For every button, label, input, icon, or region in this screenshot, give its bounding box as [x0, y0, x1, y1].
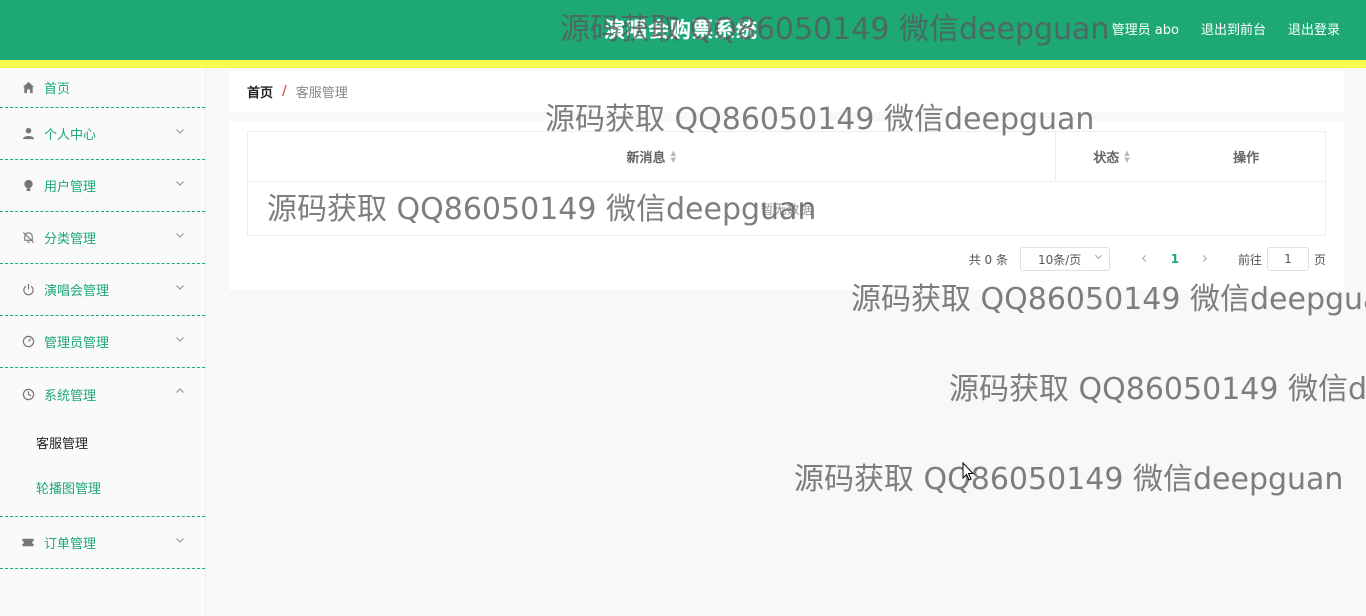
sidebar-item-system-management[interactable]: 系统管理 — [0, 368, 205, 420]
logout-link[interactable]: 退出登录 — [1288, 19, 1340, 38]
page-size-value: 10条/页 — [1037, 252, 1082, 267]
submenu-item-carousel[interactable]: 轮播图管理 — [0, 465, 205, 510]
admin-user-link[interactable]: 管理员 abo — [1112, 19, 1179, 38]
page-size-select[interactable]: 10条/页 — [1019, 247, 1110, 271]
home-icon — [21, 81, 35, 95]
mouse-cursor-icon — [962, 461, 975, 482]
bell-off-icon — [21, 231, 35, 245]
back-to-frontend-link[interactable]: 退出到前台 — [1201, 19, 1266, 38]
column-header-status[interactable]: 状态 ▲ ▼ — [1056, 132, 1168, 181]
pagination-total: 共 0 条 — [968, 252, 1008, 267]
user-icon — [21, 127, 35, 141]
data-table: 新消息 ▲ ▼ 状态 ▲ ▼ 操作 暂无数据 — [247, 131, 1326, 236]
goto-page-input[interactable] — [1266, 247, 1309, 271]
sidebar-item-concert-management[interactable]: 演唱会管理 — [0, 264, 205, 316]
column-header-action: 操作 — [1167, 132, 1325, 181]
sidebar-item-user-management[interactable]: 用户管理 — [0, 160, 205, 212]
chevron-down-icon — [175, 178, 185, 191]
sidebar-item-order-management[interactable]: 订单管理 — [0, 517, 205, 569]
chevron-down-icon — [175, 230, 185, 243]
ticket-icon — [21, 536, 35, 550]
header-accent-strip — [0, 60, 1366, 68]
sidebar-item-label: 管理员管理 — [44, 336, 110, 351]
chevron-down-icon — [175, 126, 185, 139]
prev-page-button[interactable] — [1130, 252, 1160, 266]
gauge-icon — [21, 335, 35, 349]
top-header: 演唱会购票系统 管理员 abo 退出到前台 退出登录 — [0, 0, 1366, 60]
sidebar-item-label: 系统管理 — [44, 388, 97, 404]
sort-icon[interactable]: ▲ ▼ — [671, 149, 676, 164]
app-title: 演唱会购票系统 — [604, 18, 758, 42]
power-icon — [21, 283, 35, 297]
chevron-down-icon — [175, 535, 185, 548]
chevron-down-icon — [175, 282, 185, 295]
sidebar-item-category-management[interactable]: 分类管理 — [0, 212, 205, 264]
content-card: 新消息 ▲ ▼ 状态 ▲ ▼ 操作 暂无数据 共 0 条 10条/页 1 前往 … — [229, 121, 1344, 290]
sidebar-item-label: 个人中心 — [44, 128, 97, 143]
watermark-text: 源码获取 QQ86050149 微信deepguan — [794, 462, 1344, 497]
next-page-button[interactable] — [1190, 252, 1220, 266]
sidebar-item-label: 演唱会管理 — [44, 284, 110, 299]
column-header-new-message[interactable]: 新消息 ▲ ▼ — [248, 132, 1056, 181]
breadcrumb-home[interactable]: 首页 — [247, 82, 273, 101]
submenu-item-customer-service[interactable]: 客服管理 — [0, 420, 205, 465]
watermark-text: 源码获取 QQ86050149 微信deepguan — [949, 372, 1366, 407]
bulb-icon — [21, 179, 35, 193]
table-header: 新消息 ▲ ▼ 状态 ▲ ▼ 操作 — [248, 132, 1325, 182]
system-submenu: 客服管理 轮播图管理 — [0, 420, 205, 517]
breadcrumb-separator: / — [282, 84, 287, 99]
table-empty-state: 暂无数据 — [760, 203, 813, 218]
sidebar-item-admin-management[interactable]: 管理员管理 — [0, 316, 205, 368]
column-label: 新消息 — [626, 151, 666, 166]
page-unit-label: 页 — [1313, 252, 1326, 267]
breadcrumb: 首页 / 客服管理 — [229, 71, 1344, 112]
goto-label: 前往 — [1237, 252, 1262, 267]
sidebar-item-home[interactable]: 首页 — [0, 68, 205, 108]
clock-icon — [21, 387, 35, 401]
header-links: 管理员 abo 退出到前台 退出登录 — [1112, 19, 1340, 38]
sidebar-item-label: 用户管理 — [44, 180, 97, 195]
column-label: 状态 — [1093, 151, 1120, 166]
sidebar-item-label: 分类管理 — [44, 232, 97, 247]
sidebar: 首页 个人中心 用户管理 分类管理 演唱会管理 管理员管理 系统管理 客服管理 … — [0, 68, 206, 616]
chevron-down-icon — [1094, 252, 1103, 264]
sidebar-item-label: 首页 — [44, 82, 71, 97]
chevron-down-icon — [175, 334, 185, 347]
page-number[interactable]: 1 — [1160, 252, 1190, 266]
sort-icon[interactable]: ▲ ▼ — [1124, 149, 1129, 164]
column-label: 操作 — [1233, 151, 1260, 166]
chevron-up-icon — [175, 386, 185, 399]
sidebar-item-personal-center[interactable]: 个人中心 — [0, 108, 205, 160]
sidebar-item-label: 订单管理 — [44, 537, 97, 552]
pagination: 共 0 条 10条/页 1 前往 页 — [969, 247, 1326, 271]
breadcrumb-current: 客服管理 — [295, 86, 348, 101]
